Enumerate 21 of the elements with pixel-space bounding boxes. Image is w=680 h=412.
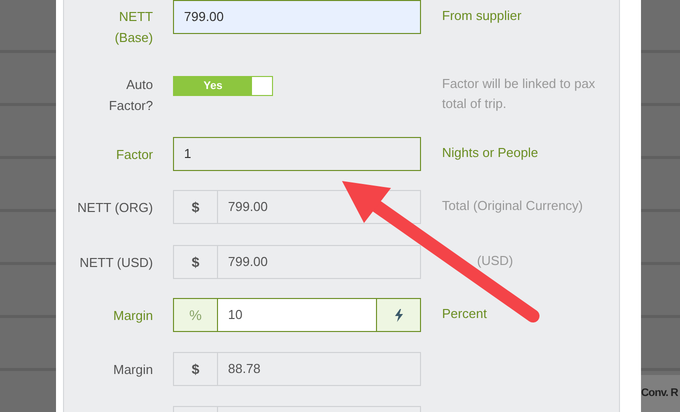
field-label: NETT (ORG) bbox=[77, 199, 153, 217]
input-field[interactable]: % 10 bbox=[173, 298, 421, 332]
input-field[interactable]: 1 bbox=[173, 137, 421, 171]
help-text: (USD) bbox=[477, 252, 514, 270]
help-text: Factor will be linked to pax total of trip. bbox=[442, 75, 596, 113]
lightning-icon bbox=[394, 308, 402, 322]
help-text: Nights or People bbox=[442, 144, 540, 162]
input-field[interactable]: 799.00 bbox=[173, 0, 421, 34]
help-text: Total (Original Currency) bbox=[442, 197, 584, 215]
input-field[interactable]: $ 88.78 bbox=[173, 352, 421, 386]
field-label: NETT (Base) bbox=[114, 8, 153, 47]
field-label: Factor bbox=[116, 146, 153, 164]
field-label: Auto Factor? bbox=[108, 76, 153, 115]
field-label: NETT (USD) bbox=[80, 254, 153, 272]
field-label: Margin bbox=[113, 361, 153, 379]
column-header: Conv. R bbox=[641, 386, 678, 402]
help-text: Percent bbox=[442, 305, 488, 323]
help-text: From supplier bbox=[442, 7, 522, 25]
input-field[interactable]: $ 799.00 bbox=[173, 245, 421, 279]
field-label: Margin bbox=[113, 307, 153, 325]
lightning-button[interactable] bbox=[376, 299, 420, 331]
